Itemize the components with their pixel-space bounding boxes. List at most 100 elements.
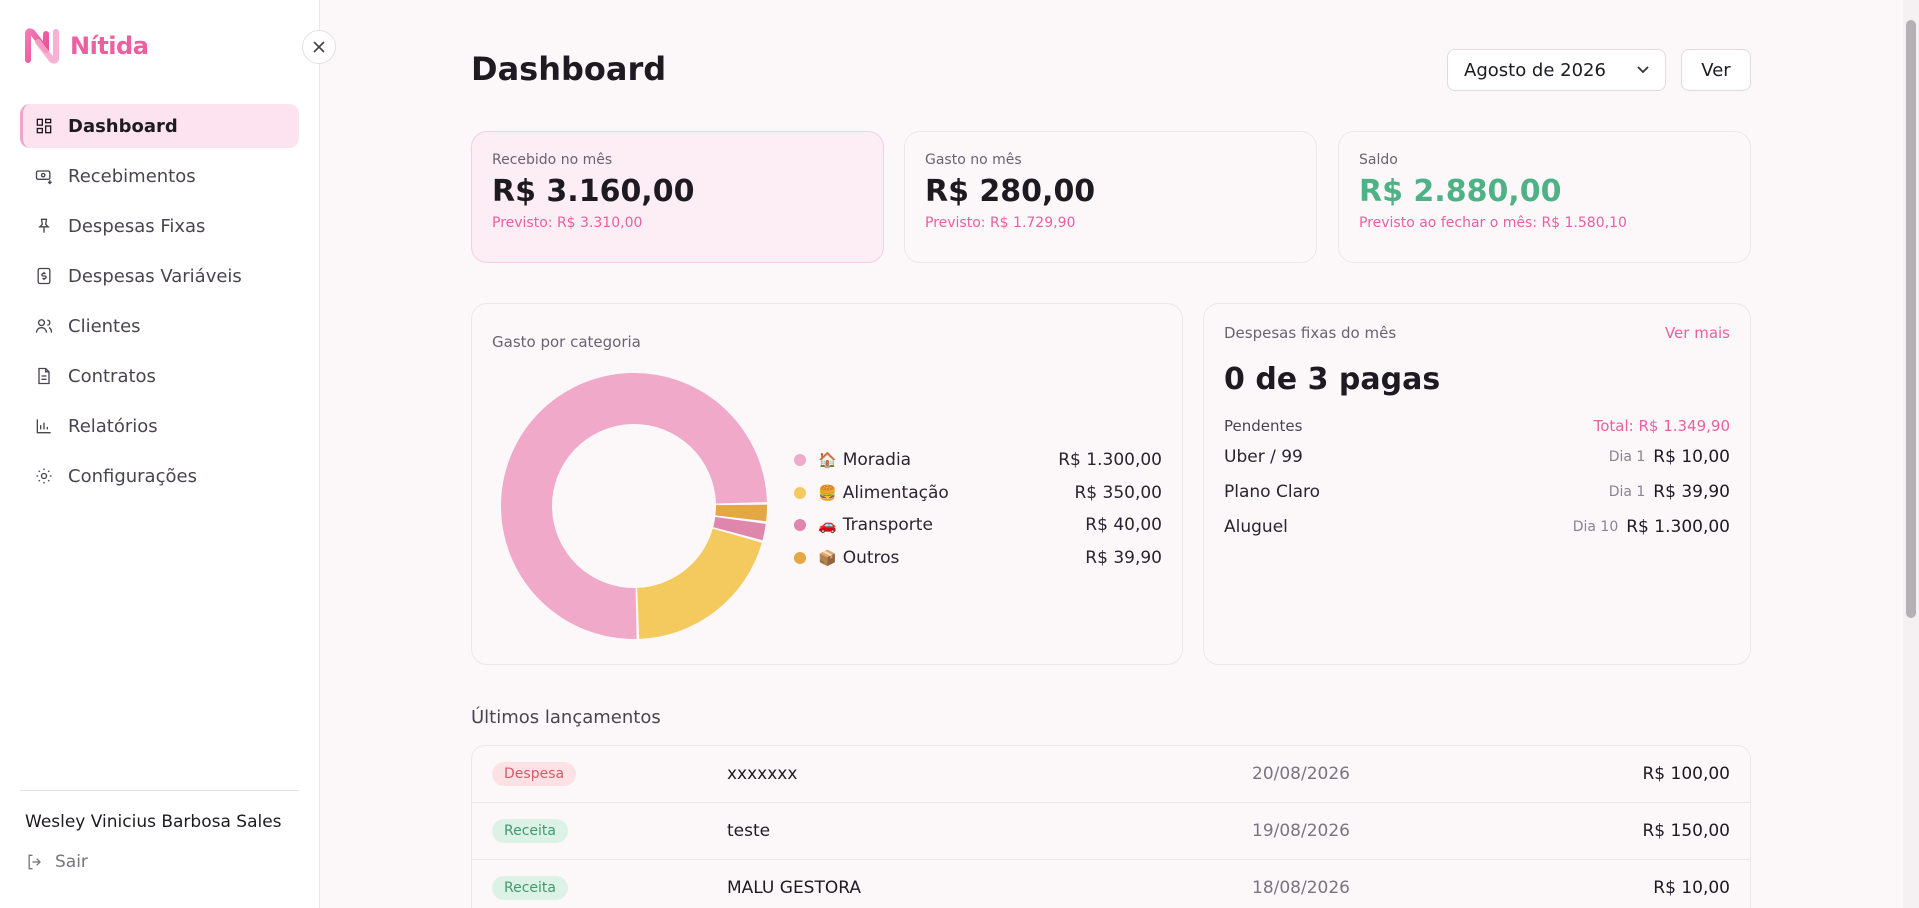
chart-legend: 🏠 Moradia R$ 1.300,00 🍔 Alimentação R$ 3… [792,444,1162,574]
chevron-down-icon [1637,66,1649,74]
pending-label: Pendentes [1224,417,1303,435]
document-icon [34,366,54,386]
stat-label: Gasto no mês [925,152,1022,168]
dollar-receipt-icon [34,266,54,286]
sidebar-item-clientes[interactable]: Clientes [20,304,299,348]
brand-logo[interactable]: Nítida [24,28,149,64]
month-select[interactable]: Agosto de 2026 [1447,49,1666,91]
sidebar-item-label: Despesas Variáveis [68,265,242,287]
sidebar: Nítida Dashboard Recebimentos Despesas F… [0,0,320,908]
category-emoji-icon: 🍔 [818,483,837,502]
close-sidebar-button[interactable] [302,30,336,64]
sidebar-item-despesas-variaveis[interactable]: Despesas Variáveis [20,254,299,298]
card-title: Despesas fixas do mês [1224,324,1397,342]
fixed-expense-row[interactable]: Plano Claro Dia 1 R$ 39,90 [1224,474,1730,509]
sidebar-item-label: Contratos [68,365,156,387]
sidebar-item-relatorios[interactable]: Relatórios [20,404,299,448]
gear-icon [34,466,54,486]
legend-label: Alimentação [842,482,949,503]
category-emoji-icon: 📦 [818,548,837,567]
dashboard-icon [34,116,54,136]
entry-description: MALU GESTORA [727,878,861,898]
legend-label: Outros [842,547,900,568]
fixed-expense-name: Plano Claro [1224,481,1320,502]
legend-color-dot [794,519,806,532]
stat-card-spent: Gasto no mês R$ 280,00 Previsto: R$ 1.72… [904,131,1317,263]
recent-section-title: Últimos lançamentos [471,707,661,728]
logout-button[interactable]: Sair [25,852,88,872]
sidebar-item-label: Configurações [68,465,197,487]
fixed-expense-row[interactable]: Uber / 99 Dia 1 R$ 10,00 [1224,439,1730,474]
stat-label: Recebido no mês [492,152,613,168]
sidebar-item-label: Despesas Fixas [68,215,206,237]
fixed-expense-value: R$ 10,00 [1653,446,1730,467]
entry-value: R$ 150,00 [1642,821,1730,841]
entry-description: teste [727,821,771,841]
users-icon [34,316,54,336]
fixed-expense-value: R$ 1.300,00 [1626,516,1730,537]
table-row[interactable]: Despesa xxxxxxx 20/08/2026 R$ 100,00 [472,746,1750,803]
category-chart-card: Gasto por categoria 🏠 Moradia R$ 1.300,0… [471,303,1183,665]
user-name: Wesley Vinicius Barbosa Sales [25,812,282,832]
paid-summary: 0 de 3 pagas [1224,362,1441,397]
entry-type-badge: Despesa [492,762,577,786]
sidebar-nav: Dashboard Recebimentos Despesas Fixas De… [20,104,299,504]
category-emoji-icon: 🏠 [818,451,837,470]
entry-description: xxxxxxx [727,764,798,784]
sidebar-divider [20,790,299,791]
entry-type-badge: Receita [492,876,568,900]
fixed-expense-name: Uber / 99 [1224,446,1303,467]
fixed-expense-day: Dia 10 [1572,518,1619,535]
legend-label: Moradia [842,450,912,471]
stat-label: Saldo [1359,152,1398,168]
stat-value: R$ 3.160,00 [492,174,695,209]
scrollbar-thumb[interactable] [1906,20,1916,618]
stat-card-balance: Saldo R$ 2.880,00 Previsto ao fechar o m… [1338,131,1751,263]
legend-value: R$ 1.300,00 [1058,450,1162,471]
legend-item: 📦 Outros R$ 39,90 [792,542,1162,575]
legend-value: R$ 350,00 [1074,482,1162,503]
sidebar-item-contratos[interactable]: Contratos [20,354,299,398]
legend-item: 🚗 Transporte R$ 40,00 [792,509,1162,542]
sidebar-item-label: Relatórios [68,415,158,437]
entry-date: 19/08/2026 [1252,821,1350,841]
entry-value: R$ 100,00 [1642,764,1730,784]
fixed-expense-list: Uber / 99 Dia 1 R$ 10,00 Plano Claro Dia … [1224,439,1730,544]
donut-slice-alimentacao[interactable] [637,528,762,639]
page-title: Dashboard [471,50,667,88]
fixed-expense-day: Dia 1 [1608,448,1646,465]
close-icon [313,41,325,53]
sidebar-item-configuracoes[interactable]: Configurações [20,454,299,498]
card-title: Gasto por categoria [492,333,641,351]
legend-item: 🏠 Moradia R$ 1.300,00 [792,444,1162,477]
fixed-expense-day: Dia 1 [1608,483,1646,500]
logo-icon [25,28,59,64]
sidebar-item-dashboard[interactable]: Dashboard [20,104,299,148]
month-select-value: Agosto de 2026 [1464,59,1606,81]
recent-entries-table: Despesa xxxxxxx 20/08/2026 R$ 100,00 Rece… [471,745,1751,908]
category-emoji-icon: 🚗 [818,516,837,535]
donut-chart [501,373,767,639]
see-more-link[interactable]: Ver mais [1665,324,1730,342]
logout-icon [28,854,41,870]
entry-type-badge: Receita [492,819,568,843]
sidebar-item-label: Recebimentos [68,165,196,187]
stat-value: R$ 2.880,00 [1359,174,1562,209]
legend-value: R$ 39,90 [1085,547,1162,568]
entry-date: 18/08/2026 [1252,878,1350,898]
logout-label: Sair [55,852,88,872]
legend-item: 🍔 Alimentação R$ 350,00 [792,477,1162,510]
fixed-expenses-card: Despesas fixas do mês Ver mais 0 de 3 pa… [1203,303,1751,665]
pin-icon [34,216,54,236]
sidebar-item-recebimentos[interactable]: Recebimentos [20,154,299,198]
ver-button[interactable]: Ver [1681,49,1751,91]
stat-forecast: Previsto: R$ 1.729,90 [925,215,1076,231]
fixed-expense-row[interactable]: Aluguel Dia 10 R$ 1.300,00 [1224,509,1730,544]
table-row[interactable]: Receita teste 19/08/2026 R$ 150,00 [472,803,1750,860]
table-row[interactable]: Receita MALU GESTORA 18/08/2026 R$ 10,00 [472,860,1750,908]
fixed-expense-value: R$ 39,90 [1653,481,1730,502]
stat-forecast: Previsto ao fechar o mês: R$ 1.580,10 [1359,215,1627,231]
sidebar-item-label: Dashboard [68,115,178,137]
sidebar-item-despesas-fixas[interactable]: Despesas Fixas [20,204,299,248]
entry-date: 20/08/2026 [1252,764,1350,784]
